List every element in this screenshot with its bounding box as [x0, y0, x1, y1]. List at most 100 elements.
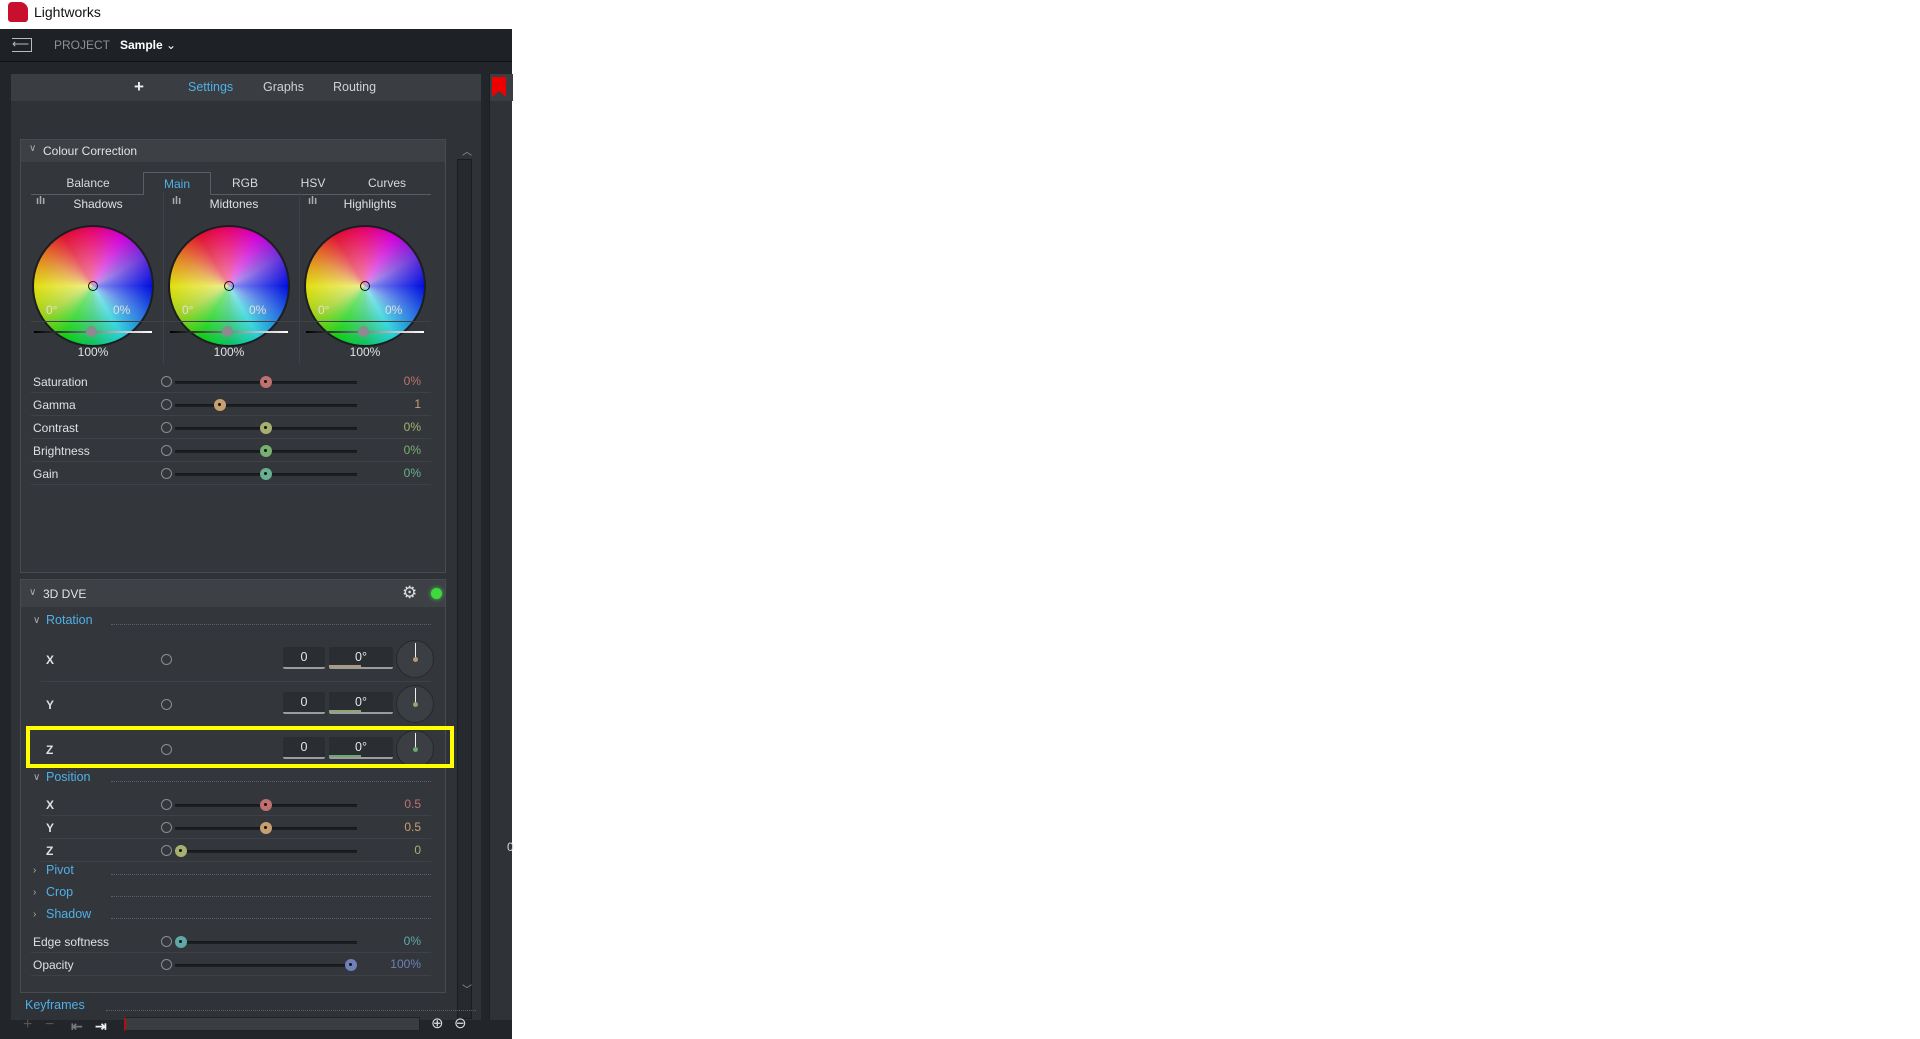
stopwatch-icon[interactable] — [161, 822, 172, 833]
subtab-rgb[interactable]: RGB — [215, 172, 275, 194]
amount-value: 0% — [113, 303, 131, 317]
stopwatch-icon[interactable] — [161, 845, 172, 856]
stopwatch-icon[interactable] — [161, 699, 172, 710]
turns-input[interactable]: 0 — [283, 647, 325, 669]
slider-knob[interactable] — [260, 376, 272, 388]
slider-knob[interactable] — [260, 468, 272, 480]
chevron-right-icon[interactable]: › — [33, 887, 36, 898]
rotation-row-y: Y 0 0° — [41, 682, 434, 727]
value-readout: 100% — [390, 957, 421, 971]
remove-keyframe-button[interactable]: − — [45, 1016, 54, 1034]
rotation-row-x: X 0 0° — [41, 637, 434, 682]
stopwatch-icon[interactable] — [161, 422, 172, 433]
slider-knob[interactable] — [260, 799, 272, 811]
highlight-box — [26, 726, 454, 768]
group-header[interactable]: Position — [46, 770, 90, 784]
enabled-indicator[interactable] — [431, 588, 442, 599]
tab-routing[interactable]: Routing — [333, 80, 376, 94]
histogram-icon: ılı — [172, 195, 182, 207]
slider-track[interactable] — [175, 964, 357, 967]
hue-value: 0° — [182, 303, 194, 317]
level-knob[interactable] — [358, 326, 369, 337]
project-name-dropdown[interactable]: Sample ⌄ — [120, 38, 176, 52]
axis-label: Y — [46, 821, 55, 835]
subtab-balance[interactable]: Balance — [53, 172, 123, 194]
zoom-in-icon[interactable]: ⊕ — [431, 1014, 444, 1032]
param-label: Saturation — [33, 375, 88, 389]
subtab-hsv[interactable]: HSV — [283, 172, 343, 194]
vertical-scrollbar[interactable] — [457, 159, 472, 1019]
chevron-down-icon[interactable]: ∨ — [33, 615, 40, 626]
window-titlebar: Lightworks — [0, 0, 1920, 29]
section-title: Colour Correction — [43, 144, 138, 158]
stopwatch-icon[interactable] — [161, 445, 172, 456]
level-knob[interactable] — [222, 326, 233, 337]
angle-input[interactable]: 0° — [329, 647, 393, 669]
chevron-down-icon[interactable]: ∨ — [33, 772, 40, 783]
value-readout: 0.5 — [404, 797, 421, 811]
keyframe-timeline[interactable] — [124, 1017, 420, 1031]
slider-track[interactable] — [175, 850, 357, 853]
add-effect-button[interactable]: + — [134, 77, 144, 97]
tab-settings[interactable]: Settings — [188, 80, 233, 94]
slider-knob[interactable] — [260, 422, 272, 434]
axis-label: Z — [46, 844, 54, 858]
zoom-out-icon[interactable]: ⊖ — [454, 1014, 467, 1032]
slider-track[interactable] — [175, 404, 357, 407]
value-readout: 0% — [403, 443, 421, 457]
param-row: Opacity 100% — [31, 953, 431, 976]
position-row-z: Z0 — [41, 839, 431, 862]
slider-knob[interactable] — [214, 399, 227, 411]
scroll-up-button[interactable]: ︿ — [462, 143, 472, 158]
divider — [111, 624, 431, 625]
rotation-dial[interactable] — [396, 685, 434, 723]
level-knob[interactable] — [86, 326, 97, 337]
slider-knob[interactable] — [260, 445, 272, 457]
param-row: Edge softness 0% — [31, 930, 431, 953]
scroll-down-button[interactable]: ﹀ — [462, 981, 472, 996]
level-value: 100% — [213, 345, 245, 359]
previous-keyframe-button[interactable]: ⇤ — [71, 1018, 83, 1035]
3d-dve-header[interactable]: ∨ 3D DVE ⚙ — [21, 580, 445, 607]
stopwatch-icon[interactable] — [161, 468, 172, 479]
wheel-handle[interactable] — [224, 281, 234, 291]
slider-knob[interactable] — [175, 845, 187, 857]
slider-track[interactable] — [175, 941, 357, 944]
wheel-handle[interactable] — [360, 281, 370, 291]
angle-input[interactable]: 0° — [329, 692, 393, 714]
param-row-contrast: Contrast 0% — [31, 416, 431, 439]
colour-correction-header[interactable]: ∨ Colour Correction — [21, 140, 445, 162]
subtab-main[interactable]: Main — [143, 172, 211, 195]
add-keyframe-button[interactable]: + — [23, 1016, 32, 1034]
exit-icon[interactable]: ⟵ — [12, 38, 32, 52]
group-header[interactable]: Rotation — [46, 613, 93, 627]
turns-input[interactable]: 0 — [283, 692, 325, 714]
stopwatch-icon[interactable] — [161, 376, 172, 387]
tab-graphs[interactable]: Graphs — [263, 80, 304, 94]
value-readout: 0% — [403, 466, 421, 480]
group-header[interactable]: Pivot — [46, 863, 74, 877]
dial-center — [413, 657, 418, 662]
rotation-dial[interactable] — [396, 640, 434, 678]
stopwatch-icon[interactable] — [161, 399, 172, 410]
chevron-right-icon[interactable]: › — [33, 865, 36, 876]
group-header[interactable]: Shadow — [46, 907, 91, 921]
subtab-curves[interactable]: Curves — [351, 172, 423, 194]
effects-panel: + Settings Graphs Routing ︿ ﹀ ∨ Colour Co… — [11, 74, 481, 1034]
stopwatch-icon[interactable] — [161, 959, 172, 970]
dial-center — [413, 702, 418, 707]
stopwatch-icon[interactable] — [161, 654, 172, 665]
group-header[interactable]: Crop — [46, 885, 73, 899]
slider-knob[interactable] — [345, 959, 357, 971]
chevron-right-icon[interactable]: › — [33, 909, 36, 920]
gear-icon[interactable]: ⚙ — [402, 583, 417, 603]
divider — [111, 874, 431, 875]
stopwatch-icon[interactable] — [161, 936, 172, 947]
next-keyframe-button[interactable]: ⇥ — [95, 1018, 107, 1035]
stopwatch-icon[interactable] — [161, 799, 172, 810]
slider-knob[interactable] — [260, 822, 272, 834]
window-title: Lightworks — [34, 4, 101, 20]
hue-value: 0° — [318, 303, 330, 317]
slider-knob[interactable] — [175, 936, 187, 948]
wheel-handle[interactable] — [88, 281, 98, 291]
